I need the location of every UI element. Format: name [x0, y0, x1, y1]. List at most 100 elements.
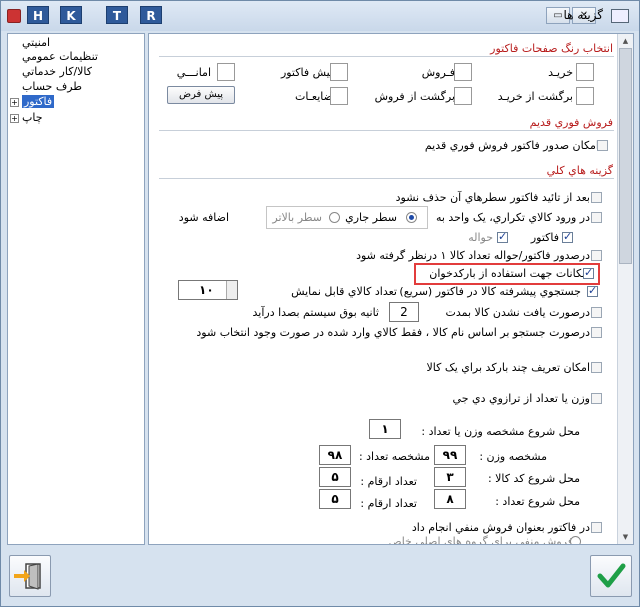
count-start-input[interactable]: ۸ [434, 489, 466, 509]
item-digits-input[interactable]: ۵ [319, 467, 351, 487]
negative-sub-radio[interactable] [570, 536, 581, 544]
radio-current-row[interactable] [406, 212, 417, 223]
option-not-found-label: درصورت يافت نشدن کالا بمدت [445, 306, 591, 319]
app-menu-icon[interactable] [7, 9, 21, 23]
color-swatch-purchase-return[interactable] [576, 87, 594, 105]
sub-invoice-label: فاکتور [530, 231, 559, 244]
hotkey-t-button[interactable]: T [106, 6, 128, 24]
option-search-name-label: درصورت جستجو بر اساس نام کالا ، فقط کالا… [196, 326, 590, 339]
count-code-label: مشخصه تعداد : [358, 450, 430, 463]
color-swatch-consignment[interactable] [217, 63, 235, 81]
color-label-sale-return: برگشت از فروش [374, 90, 455, 103]
title-bar: H K T R ▭ ✕ گزينه ها [1, 1, 639, 31]
tree-expand-icon[interactable]: + [10, 98, 19, 107]
negative-checkbox[interactable] [591, 522, 602, 533]
options-tree: امنيتي تنظيمات عمومي کالا/کار خدماتي طرف… [7, 33, 145, 545]
exit-door-icon [14, 563, 41, 590]
option-duplicate-label: در ورود کالاي تکراري، يک واحد به [435, 211, 590, 224]
multi-barcode-checkbox[interactable] [591, 362, 602, 373]
search-name-checkbox[interactable] [591, 327, 602, 338]
exit-button[interactable] [9, 555, 51, 597]
color-swatch-sale-return[interactable] [454, 87, 472, 105]
scale-checkbox[interactable] [591, 393, 602, 404]
count-digits-label: تعداد ارقام : [360, 497, 417, 510]
item-code-start-input[interactable]: ۳ [434, 467, 466, 487]
sub-transfer-label: حواله [468, 231, 493, 244]
item-digits-label: تعداد ارقام : [360, 475, 417, 488]
sub-transfer-checkbox[interactable] [497, 230, 508, 243]
hotkey-h-button[interactable]: H [27, 6, 49, 24]
duplicate-checkbox[interactable] [591, 212, 602, 223]
options-window: H K T R ▭ ✕ گزينه ها امنيتي تنظيمات عموم… [0, 0, 640, 607]
vertical-scrollbar[interactable]: ▲ ▼ [617, 34, 633, 544]
count-code-input[interactable]: ۹۸ [319, 445, 351, 465]
option-no-delete-label: بعد از تائيد فاکتور سطرهاي آن حذف نشود [395, 191, 590, 204]
not-found-suffix-label: ثانيه بوق سيستم بصدا درآيد [252, 306, 379, 319]
option-scale-label: وزن يا تعداد از ترازوي دي جي [452, 392, 590, 405]
color-label-sale: فـروش [421, 66, 455, 79]
spin-arrows-icon[interactable] [226, 281, 237, 299]
visible-count-label: تعداد کالاي قابل نمايش [291, 285, 397, 298]
adv-search-checkbox[interactable] [587, 284, 598, 297]
scroll-up-icon[interactable]: ▲ [618, 34, 633, 48]
weight-code-input[interactable]: ۹۹ [434, 445, 466, 465]
color-label-purchase-return: برگشت از خريـد [497, 90, 573, 103]
color-swatch-proforma[interactable] [330, 63, 348, 81]
footer-bar [1, 549, 639, 606]
settings-panel: ▲ ▼ انتخاب رنگ صفحات فاکتور خريـد فـروش … [148, 33, 634, 545]
scale-start-input[interactable]: ۱ [369, 419, 401, 439]
option-negative-label: در فاکتور بعنوان فروش منفي انجام داد [411, 521, 590, 534]
window-title: گزينه ها [563, 8, 603, 22]
divider [159, 178, 614, 179]
fast-sale-checkbox[interactable] [597, 140, 608, 151]
divider [159, 56, 614, 57]
scale-start-label: محل شروع مشخصه وزن يا تعداد : [421, 425, 580, 438]
tree-item-account[interactable]: طرف حساب [22, 80, 82, 93]
check-icon [597, 563, 626, 588]
no-delete-checkbox[interactable] [591, 192, 602, 203]
section-title-general: گزينه هاي کلي [546, 164, 613, 177]
scroll-down-icon[interactable]: ▼ [618, 530, 633, 544]
color-label-proforma: پيش فاکتور [280, 66, 333, 79]
color-swatch-sale[interactable] [454, 63, 472, 81]
count-digits-input[interactable]: ۵ [319, 489, 351, 509]
tree-item-general[interactable]: تنظيمات عمومي [22, 50, 98, 63]
default-colors-button[interactable]: پيش فرض [167, 86, 235, 104]
radio-current-row-label: سطر جاري [345, 211, 397, 224]
add-suffix-label: اضافه شود [178, 211, 229, 224]
issue-qty-checkbox[interactable] [591, 250, 602, 261]
window-icon [611, 9, 629, 23]
barcode-checkbox[interactable] [583, 266, 594, 279]
section-title-fast-sale: فروش فوري قديم [529, 116, 613, 129]
color-label-consignment: امانـــي [176, 66, 211, 79]
option-multi-barcode-label: امکان تعريف چند بارکد براي يک کالا [426, 361, 590, 374]
option-fast-sale-label: امکان صدور فاکتور فروش فوري قديم [424, 139, 599, 152]
tree-item-security[interactable]: امنيتي [22, 36, 50, 49]
weight-code-label: مشخصه وزن : [479, 450, 547, 463]
sub-invoice-checkbox[interactable] [562, 230, 573, 243]
option-adv-search-label: جستجوي پيشرفته کالا در فاکتور (سريع) [399, 285, 581, 298]
radio-above-row-label: سطر بالاتر [272, 211, 322, 224]
not-found-seconds-input[interactable]: 2 [389, 302, 419, 322]
option-barcode-label: امکانات جهت استفاده از بارکدخوان [429, 267, 591, 280]
hotkey-k-button[interactable]: K [60, 6, 82, 24]
tree-item-goods[interactable]: کالا/کار خدماتي [22, 65, 92, 78]
section-title-colors: انتخاب رنگ صفحات فاکتور [490, 42, 613, 55]
not-found-checkbox[interactable] [591, 307, 602, 318]
count-start-label: محل شروع تعداد : [495, 495, 580, 508]
color-label-waste: ضايعـات [295, 90, 333, 103]
color-swatch-waste[interactable] [330, 87, 348, 105]
hotkey-r-button[interactable]: R [140, 6, 162, 24]
tree-expand-icon[interactable]: + [10, 114, 19, 123]
color-label-purchase: خريـد [548, 66, 573, 79]
radio-above-row[interactable] [329, 212, 340, 223]
tree-item-print[interactable]: چاپ [22, 111, 43, 124]
item-code-start-label: محل شروع کد کالا : [487, 472, 580, 485]
divider [159, 130, 614, 131]
option-issue-qty-label: درصدور فاکتور/حواله تعداد کالا ۱ درنظر گ… [356, 249, 590, 262]
color-swatch-purchase[interactable] [576, 63, 594, 81]
confirm-button[interactable] [590, 555, 632, 597]
tree-item-invoice[interactable]: فاکتور [22, 95, 55, 108]
scroll-thumb[interactable] [619, 48, 632, 264]
option-negative-sub-label: فروش منفي براي گروه هاي اصلي خاص [388, 535, 573, 545]
